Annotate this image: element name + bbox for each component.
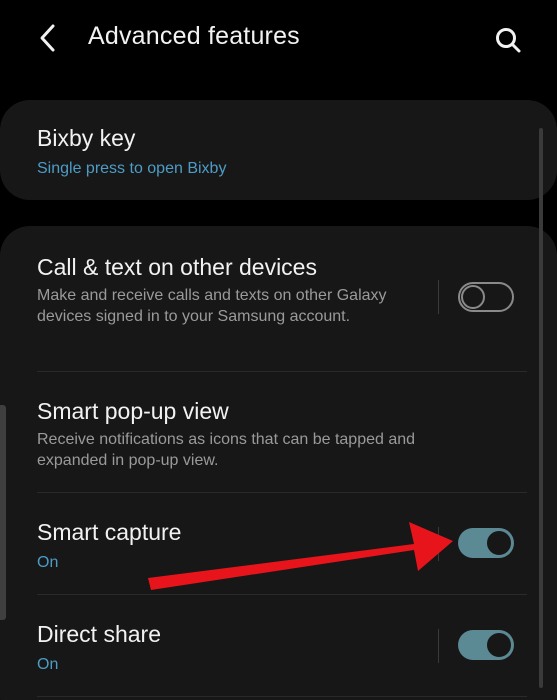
- toggle-knob: [485, 529, 513, 557]
- bixby-key-card[interactable]: Bixby key Single press to open Bixby: [0, 100, 557, 200]
- setting-call-text-other-devices[interactable]: Call & text on other devices Make and re…: [0, 226, 557, 371]
- setting-title: Call & text on other devices: [37, 254, 317, 280]
- toggle-knob: [461, 285, 485, 309]
- features-card: Call & text on other devices Make and re…: [0, 226, 557, 700]
- setting-smart-popup-view[interactable]: Smart pop-up view Receive notifications …: [0, 372, 557, 492]
- setting-description: Receive notifications as icons that can …: [37, 431, 416, 469]
- setting-smart-capture[interactable]: Smart capture On: [0, 493, 557, 593]
- setting-status: On: [37, 554, 59, 571]
- separator: [438, 280, 439, 314]
- setting-title: Direct share: [37, 621, 161, 647]
- toggle-knob: [485, 631, 513, 659]
- divider: [37, 696, 527, 697]
- bixby-key-subtitle: Single press to open Bixby: [37, 160, 227, 177]
- edge-panel-handle[interactable]: [0, 405, 6, 620]
- chevron-left-icon: [40, 24, 55, 52]
- setting-title: Smart pop-up view: [37, 398, 229, 424]
- setting-status: On: [37, 656, 59, 673]
- search-button[interactable]: [488, 20, 528, 60]
- setting-title: Smart capture: [37, 519, 182, 545]
- separator: [438, 629, 439, 663]
- separator: [438, 527, 439, 561]
- back-button[interactable]: [30, 20, 66, 56]
- page-title: Advanced features: [88, 22, 300, 50]
- direct-share-toggle[interactable]: [458, 630, 514, 660]
- app-bar: Advanced features: [0, 0, 557, 80]
- bixby-key-title: Bixby key: [37, 125, 136, 151]
- screen: Advanced features Bixby key Single press…: [0, 0, 557, 700]
- search-icon: [496, 28, 521, 53]
- smart-capture-toggle[interactable]: [458, 528, 514, 558]
- setting-description: Make and receive calls and texts on othe…: [37, 287, 387, 325]
- scrollbar[interactable]: [539, 128, 543, 688]
- setting-direct-share[interactable]: Direct share On: [0, 595, 557, 695]
- call-text-toggle[interactable]: [458, 282, 514, 312]
